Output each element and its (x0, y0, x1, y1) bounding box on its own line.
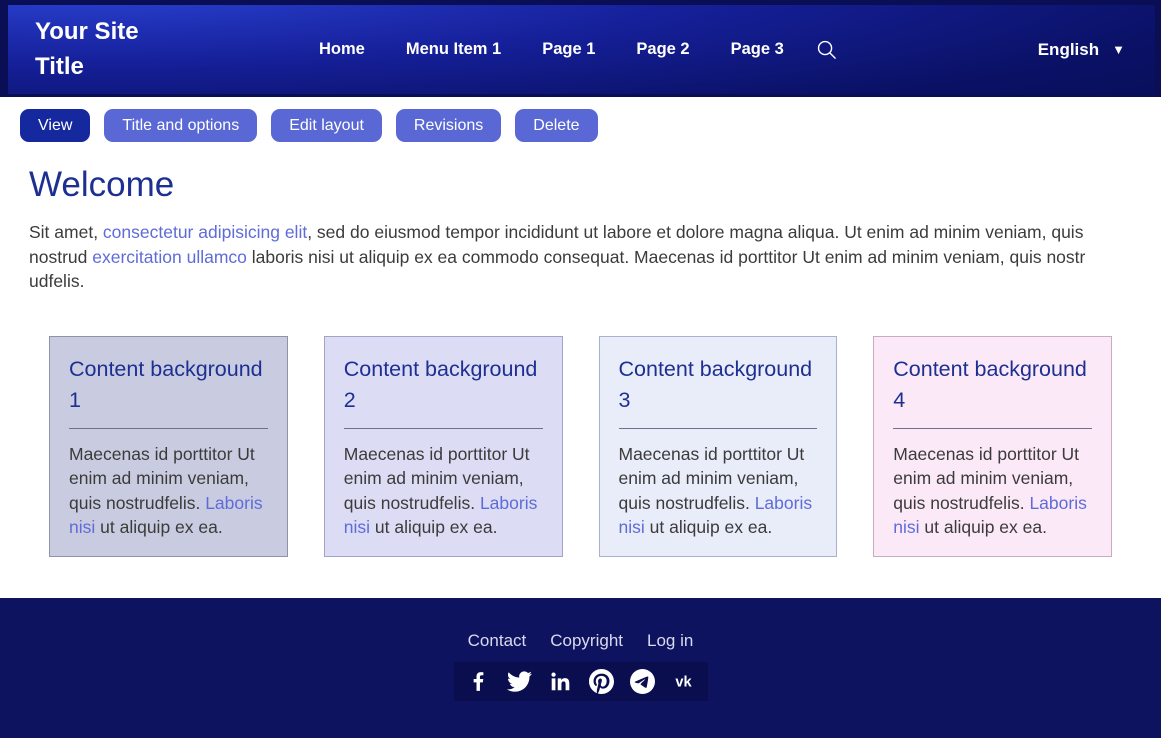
site-title-link[interactable]: Your Site Title (35, 15, 187, 85)
content-card-4: Content background 4 Maecenas id porttito… (873, 336, 1112, 557)
card-divider (69, 428, 268, 429)
card-body: Maecenas id porttitor Ut enim ad minim v… (619, 442, 818, 540)
search-icon (815, 38, 838, 61)
search-button[interactable] (815, 38, 838, 61)
tab-view[interactable]: View (20, 109, 90, 142)
site-header: Your Site Title Home Menu Item 1 Page 1 Pag… (0, 0, 1161, 97)
card-body: Maecenas id porttitor Ut enim ad minim v… (344, 442, 543, 540)
social-link-facebook[interactable] (466, 669, 491, 694)
footer-link-copyright[interactable]: Copyright (550, 631, 623, 651)
facebook-icon (466, 669, 491, 694)
text-run: ut aliquip ex ea. (370, 517, 497, 537)
nav-item-page-1[interactable]: Page 1 (542, 40, 595, 59)
main-content: Welcome Sit amet, consectetur adipisicin… (0, 142, 1161, 557)
vk-icon: vk (671, 669, 696, 694)
card-title: Content background 2 (344, 354, 543, 416)
footer-link-log-in[interactable]: Log in (647, 631, 693, 651)
pinterest-icon (589, 669, 614, 694)
content-card-2: Content background 2 Maecenas id porttito… (324, 336, 563, 557)
intro-paragraph: Sit amet, consectetur adipisicing elit, … (29, 220, 1132, 294)
card-body: Maecenas id porttitor Ut enim ad minim v… (69, 442, 268, 540)
svg-text:vk: vk (675, 675, 692, 691)
nav-item-menu-item-1[interactable]: Menu Item 1 (406, 40, 501, 59)
social-link-linkedin[interactable] (548, 669, 573, 694)
card-title: Content background 3 (619, 354, 818, 416)
text-link[interactable]: consectetur adipisicing elit (103, 222, 307, 242)
card-title: Content background 4 (893, 354, 1092, 416)
social-link-pinterest[interactable] (589, 669, 614, 694)
chevron-down-icon: ▼ (1112, 43, 1125, 56)
text-run: ut aliquip ex ea. (95, 517, 222, 537)
footer-link-contact[interactable]: Contact (468, 631, 527, 651)
nav-item-home[interactable]: Home (319, 40, 365, 59)
site-footer: Contact Copyright Log in vk (0, 598, 1161, 738)
main-nav: Home Menu Item 1 Page 1 Page 2 Page 3 (319, 40, 784, 59)
tab-delete[interactable]: Delete (515, 109, 597, 142)
card-divider (344, 428, 543, 429)
card-body: Maecenas id porttitor Ut enim ad minim v… (893, 442, 1092, 540)
language-switcher[interactable]: English ▼ (1038, 40, 1125, 60)
page: Your Site Title Home Menu Item 1 Page 1 Pag… (0, 0, 1161, 738)
page-title: Welcome (29, 164, 1132, 206)
social-link-twitter[interactable] (507, 669, 532, 694)
social-icons-row: vk (454, 662, 708, 701)
social-link-telegram[interactable] (630, 669, 655, 694)
card-title: Content background 1 (69, 354, 268, 416)
social-link-vk[interactable]: vk (671, 669, 696, 694)
content-cards: Content background 1 Maecenas id porttito… (49, 336, 1112, 557)
tab-edit-layout[interactable]: Edit layout (271, 109, 382, 142)
telegram-icon (630, 669, 655, 694)
text-link[interactable]: exercitation ullamco (92, 247, 247, 267)
nav-item-page-2[interactable]: Page 2 (636, 40, 689, 59)
tab-revisions[interactable]: Revisions (396, 109, 501, 142)
language-label: English (1038, 40, 1099, 60)
text-run: Sit amet, (29, 222, 103, 242)
footer-nav: Contact Copyright Log in (468, 631, 694, 651)
twitter-icon (507, 669, 532, 694)
text-run: ut aliquip ex ea. (645, 517, 772, 537)
linkedin-icon (548, 669, 573, 694)
tab-title-and-options[interactable]: Title and options (104, 109, 257, 142)
nav-item-page-3[interactable]: Page 3 (731, 40, 784, 59)
text-run: ut aliquip ex ea. (920, 517, 1047, 537)
card-divider (619, 428, 818, 429)
card-divider (893, 428, 1092, 429)
content-card-1: Content background 1 Maecenas id porttito… (49, 336, 288, 557)
local-tasks-tabs: View Title and options Edit layout Revision… (0, 97, 1161, 142)
content-card-3: Content background 3 Maecenas id porttito… (599, 336, 838, 557)
